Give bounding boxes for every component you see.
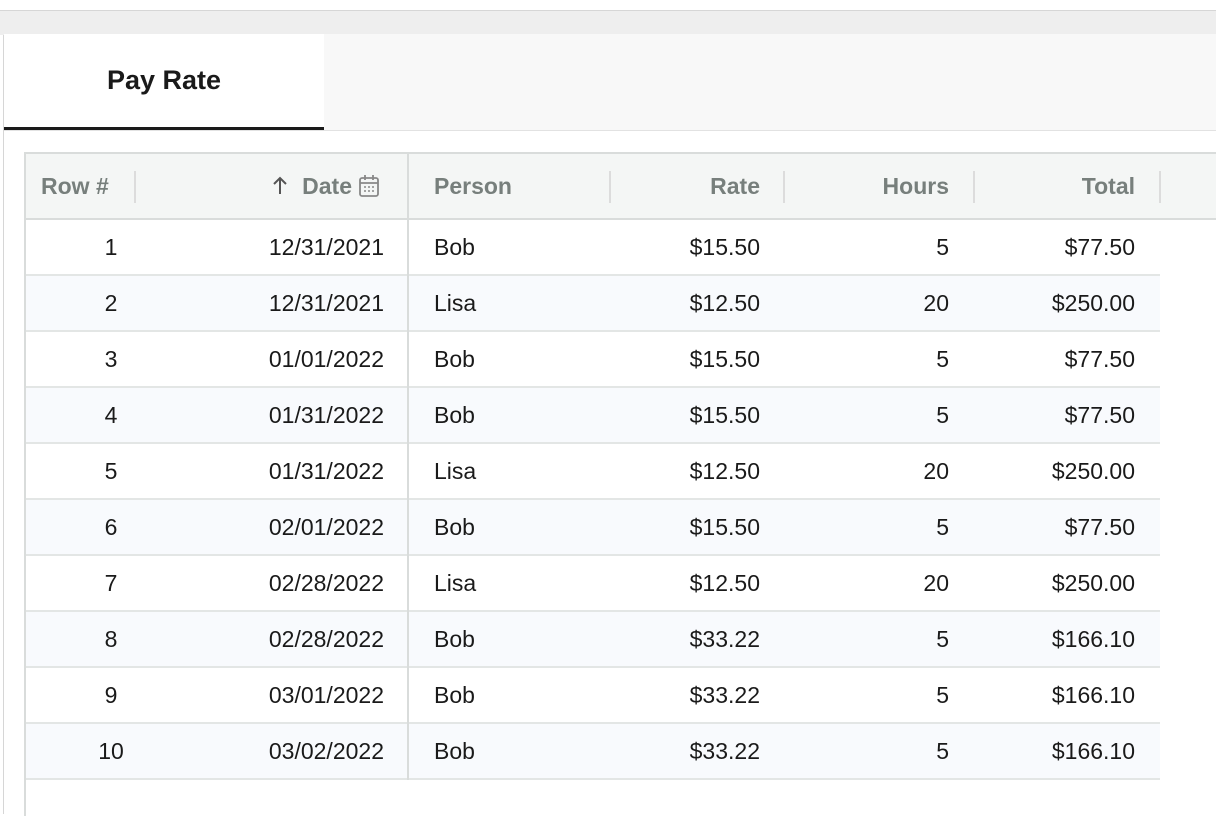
cell-person[interactable]: Bob <box>434 388 604 442</box>
cell-total[interactable]: $250.00 <box>975 276 1135 330</box>
cell-rate[interactable]: $15.50 <box>611 220 760 274</box>
grid-header: Row # Date Person Rate Hours Total <box>26 154 1216 220</box>
tab-pay-rate[interactable]: Pay Rate <box>4 34 324 130</box>
cell-person[interactable]: Bob <box>434 220 604 274</box>
cell-hours[interactable]: 5 <box>785 724 949 778</box>
cell-date[interactable]: 01/31/2022 <box>136 444 384 498</box>
column-header-row-number[interactable]: Row # <box>41 154 136 218</box>
column-header-label: Total <box>1081 172 1135 199</box>
cell-hours[interactable]: 5 <box>785 220 949 274</box>
table-row[interactable]: 6 02/01/2022 Bob $15.50 5 $77.50 <box>26 500 1160 556</box>
cell-total[interactable]: $77.50 <box>975 500 1135 554</box>
cell-rate[interactable]: $15.50 <box>611 388 760 442</box>
cell-hours[interactable]: 5 <box>785 612 949 666</box>
column-resize-handle[interactable] <box>1159 171 1161 203</box>
cell-total[interactable]: $77.50 <box>975 332 1135 386</box>
cell-date[interactable]: 02/01/2022 <box>136 500 384 554</box>
cell-hours[interactable]: 5 <box>785 668 949 722</box>
table-row[interactable]: 3 01/01/2022 Bob $15.50 5 $77.50 <box>26 332 1160 388</box>
cell-rate[interactable]: $12.50 <box>611 444 760 498</box>
cell-rate[interactable]: $15.50 <box>611 500 760 554</box>
cell-person[interactable]: Bob <box>434 724 604 778</box>
cell-date[interactable]: 02/28/2022 <box>136 556 384 610</box>
cell-rate[interactable]: $33.22 <box>611 724 760 778</box>
cell-date[interactable]: 02/28/2022 <box>136 612 384 666</box>
calendar-icon <box>358 174 380 198</box>
cell-date[interactable]: 12/31/2021 <box>136 276 384 330</box>
cell-rate[interactable]: $33.22 <box>611 612 760 666</box>
cell-total[interactable]: $166.10 <box>975 612 1135 666</box>
cell-hours[interactable]: 5 <box>785 388 949 442</box>
cell-person[interactable]: Bob <box>434 332 604 386</box>
frozen-column-divider <box>407 154 409 780</box>
column-header-hours[interactable]: Hours <box>785 154 949 218</box>
cell-rate[interactable]: $12.50 <box>611 556 760 610</box>
cell-total[interactable]: $77.50 <box>975 220 1135 274</box>
data-grid: Row # Date Person Rate Hours Total 1 12/… <box>24 152 1216 816</box>
cell-person[interactable]: Lisa <box>434 276 604 330</box>
cell-total[interactable]: $166.10 <box>975 724 1135 778</box>
table-row[interactable]: 9 03/01/2022 Bob $33.22 5 $166.10 <box>26 668 1160 724</box>
cell-rate[interactable]: $12.50 <box>611 276 760 330</box>
arrow-up-icon <box>272 176 288 196</box>
cell-total[interactable]: $250.00 <box>975 556 1135 610</box>
cell-date[interactable]: 03/02/2022 <box>136 724 384 778</box>
cell-date[interactable]: 01/01/2022 <box>136 332 384 386</box>
table-row[interactable]: 4 01/31/2022 Bob $15.50 5 $77.50 <box>26 388 1160 444</box>
table-row[interactable]: 1 12/31/2021 Bob $15.50 5 $77.50 <box>26 220 1160 276</box>
column-header-label: Row # <box>41 172 109 199</box>
table-row[interactable]: 10 03/02/2022 Bob $33.22 5 $166.10 <box>26 724 1160 780</box>
cell-person[interactable]: Lisa <box>434 556 604 610</box>
cell-rate[interactable]: $15.50 <box>611 332 760 386</box>
column-header-label: Date <box>302 172 352 199</box>
tab-strip: Pay Rate <box>4 34 1216 131</box>
cell-total[interactable]: $250.00 <box>975 444 1135 498</box>
cell-date[interactable]: 01/31/2022 <box>136 388 384 442</box>
cell-rate[interactable]: $33.22 <box>611 668 760 722</box>
cell-hours[interactable]: 5 <box>785 332 949 386</box>
table-row[interactable]: 5 01/31/2022 Lisa $12.50 20 $250.00 <box>26 444 1160 500</box>
cell-person[interactable]: Lisa <box>434 444 604 498</box>
table-row[interactable]: 2 12/31/2021 Lisa $12.50 20 $250.00 <box>26 276 1160 332</box>
cell-date[interactable]: 12/31/2021 <box>136 220 384 274</box>
cell-total[interactable]: $166.10 <box>975 668 1135 722</box>
cell-hours[interactable]: 20 <box>785 556 949 610</box>
cell-person[interactable]: Bob <box>434 668 604 722</box>
cell-person[interactable]: Bob <box>434 612 604 666</box>
column-header-label: Rate <box>710 172 760 199</box>
cell-hours[interactable]: 20 <box>785 276 949 330</box>
column-header-total[interactable]: Total <box>975 154 1135 218</box>
table-row[interactable]: 8 02/28/2022 Bob $33.22 5 $166.10 <box>26 612 1160 668</box>
column-header-rate[interactable]: Rate <box>611 154 760 218</box>
column-header-person[interactable]: Person <box>434 154 604 218</box>
cell-hours[interactable]: 5 <box>785 500 949 554</box>
column-header-label: Person <box>434 172 512 199</box>
column-header-date[interactable]: Date <box>136 154 380 218</box>
table-row[interactable]: 7 02/28/2022 Lisa $12.50 20 $250.00 <box>26 556 1160 612</box>
cell-date[interactable]: 03/01/2022 <box>136 668 384 722</box>
cell-total[interactable]: $77.50 <box>975 388 1135 442</box>
cell-hours[interactable]: 20 <box>785 444 949 498</box>
column-header-label: Hours <box>882 172 949 199</box>
top-bar <box>0 10 1216 35</box>
cell-person[interactable]: Bob <box>434 500 604 554</box>
